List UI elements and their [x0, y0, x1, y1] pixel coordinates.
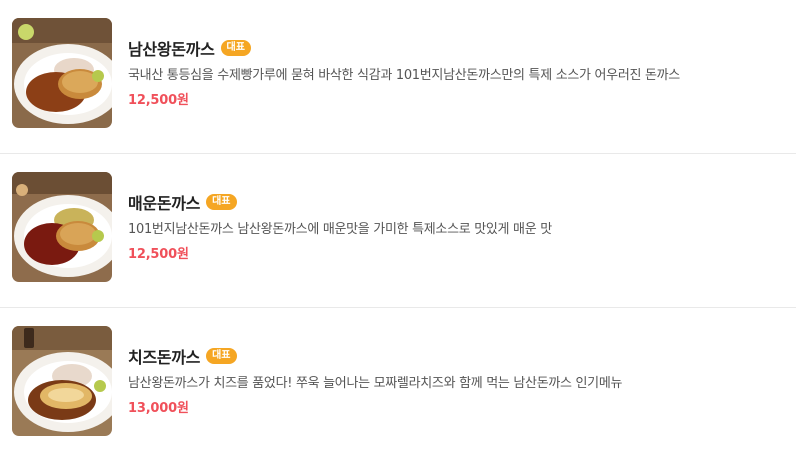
cheese-cutlet-plate-image[interactable] — [12, 326, 112, 436]
name-row: 남산왕돈까스 대표 — [128, 36, 786, 60]
pork-cutlet-plate-image[interactable] — [12, 18, 112, 128]
name-row: 매운돈까스 대표 — [128, 190, 786, 214]
menu-name: 치즈돈까스 — [128, 348, 201, 367]
menu-item-info: 남산왕돈까스 대표 국내산 통등심을 수제빵가루에 묻혀 바삭한 식감과 101… — [128, 36, 786, 108]
spicy-cutlet-plate-image[interactable] — [12, 172, 112, 282]
signature-badge: 대표 — [206, 194, 237, 210]
menu-price: 13,000원 — [128, 401, 189, 416]
menu-item-info: 매운돈까스 대표 101번지남산돈까스 남산왕돈까스에 매운맛을 가미한 특제소… — [128, 190, 786, 262]
menu-list: 남산왕돈까스 대표 국내산 통등심을 수제빵가루에 묻혀 바삭한 식감과 101… — [0, 0, 796, 456]
menu-description: 101번지남산돈까스 남산왕돈까스에 매운맛을 가미한 특제소스로 맛있게 매운… — [128, 222, 552, 237]
signature-badge: 대표 — [220, 40, 251, 56]
menu-item-info: 치즈돈까스 대표 남산왕돈까스가 치즈를 품었다! 쭈욱 늘어나는 모짜렐라치즈… — [128, 344, 786, 416]
menu-item-spicy-cutlet[interactable]: 매운돈까스 대표 101번지남산돈까스 남산왕돈까스에 매운맛을 가미한 특제소… — [0, 154, 796, 308]
menu-price: 12,500원 — [128, 93, 189, 108]
menu-name: 매운돈까스 — [128, 194, 201, 213]
menu-price: 12,500원 — [128, 247, 189, 262]
menu-name: 남산왕돈까스 — [128, 40, 215, 59]
menu-item-namsan-king-cutlet[interactable]: 남산왕돈까스 대표 국내산 통등심을 수제빵가루에 묻혀 바삭한 식감과 101… — [0, 0, 796, 154]
menu-description: 국내산 통등심을 수제빵가루에 묻혀 바삭한 식감과 101번지남산돈까스만의 … — [128, 68, 680, 83]
menu-item-cheese-cutlet[interactable]: 치즈돈까스 대표 남산왕돈까스가 치즈를 품었다! 쭈욱 늘어나는 모짜렐라치즈… — [0, 308, 796, 456]
menu-description: 남산왕돈까스가 치즈를 품었다! 쭈욱 늘어나는 모짜렐라치즈와 함께 먹는 남… — [128, 376, 623, 391]
name-row: 치즈돈까스 대표 — [128, 344, 786, 368]
signature-badge: 대표 — [206, 348, 237, 364]
